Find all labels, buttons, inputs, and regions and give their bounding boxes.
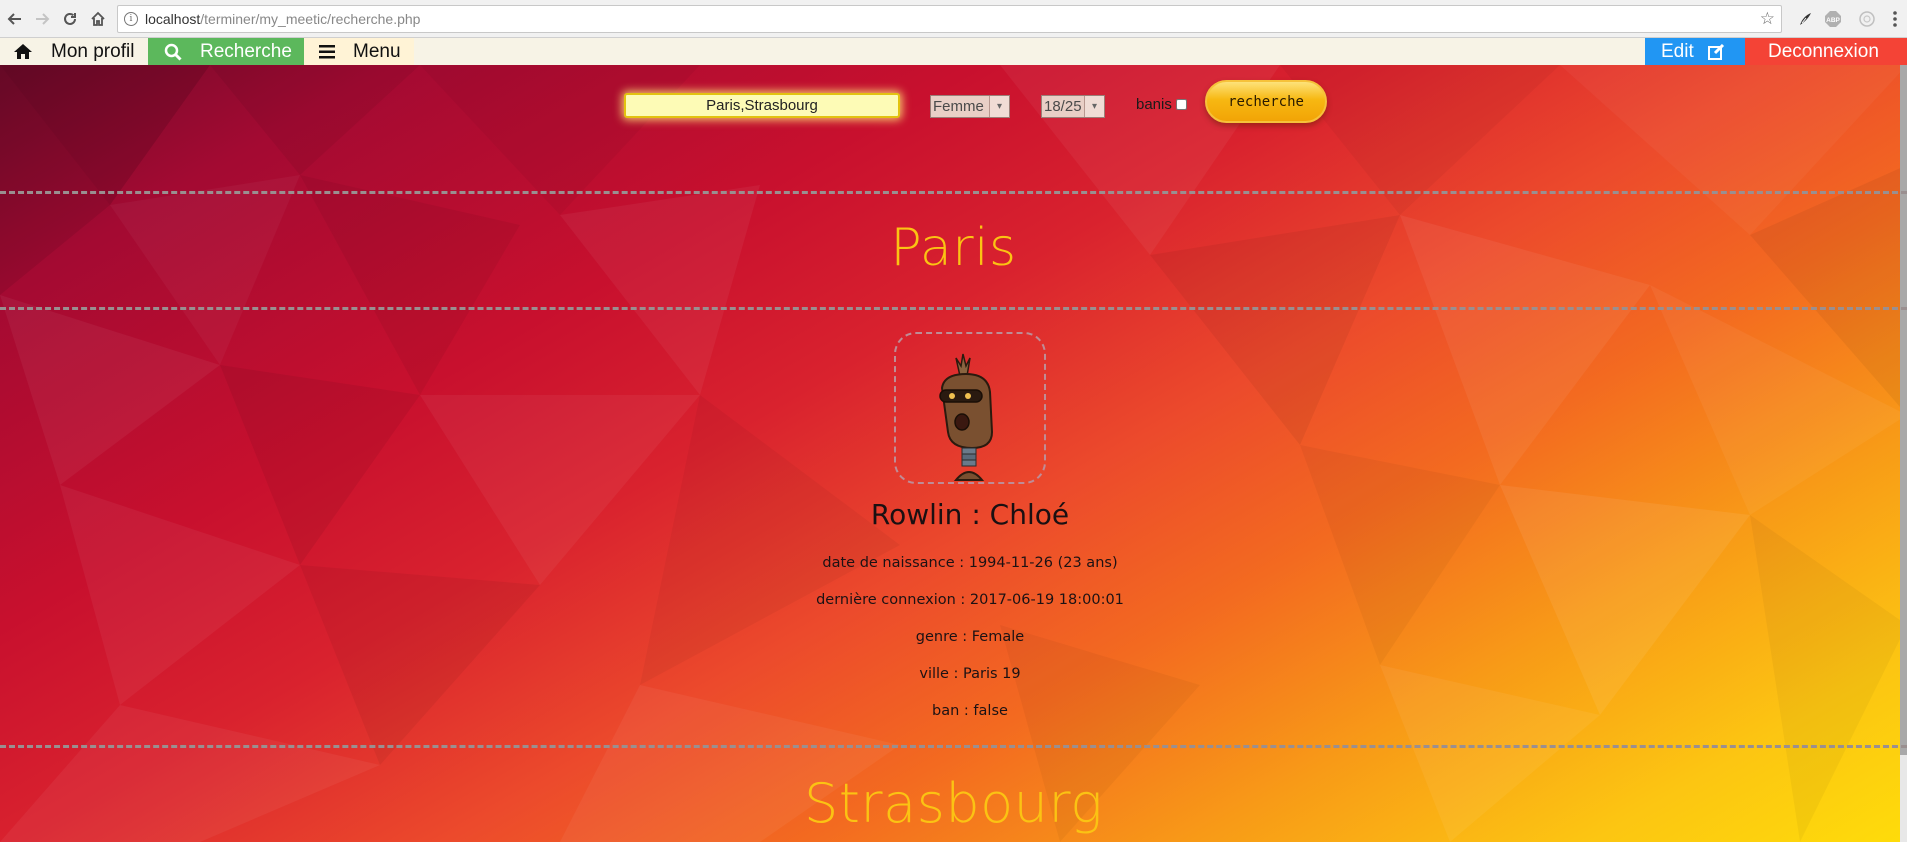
gender-select[interactable]: Femme ▾ (930, 95, 1010, 118)
nav-deconnexion-label: Deconnexion (1768, 40, 1879, 62)
section-divider (0, 745, 1907, 748)
profile-name: Rowlin : Chloé (870, 498, 1070, 531)
robot-avatar (939, 353, 994, 481)
hamburger-icon (319, 44, 335, 59)
search-form: Paris,Strasbourg Femme ▾ 18/25 ▾ banis r… (0, 65, 1907, 175)
bookmark-star-icon[interactable]: ☆ (1760, 9, 1775, 29)
banis-label: banis (1136, 96, 1172, 113)
city-search-input[interactable]: Paris,Strasbourg (624, 93, 900, 118)
profile-ban: ban : false (932, 703, 1008, 719)
nav-mon-profil-label: Mon profil (51, 40, 135, 62)
home-icon (13, 43, 33, 60)
address-bar[interactable]: i localhost/terminer/my_meetic/recherche… (117, 5, 1782, 33)
age-select-value: 18/25 (1044, 98, 1082, 115)
info-icon[interactable]: i (124, 12, 138, 26)
search-button[interactable]: recherche (1205, 80, 1327, 123)
gender-select-value: Femme (933, 98, 984, 115)
svg-text:ABP: ABP (1826, 17, 1840, 24)
city-heading-paris: Paris (890, 218, 1017, 278)
extension-circle-icon[interactable] (1858, 10, 1876, 28)
section-divider (0, 191, 1907, 194)
chevron-down-icon: ▾ (989, 96, 1009, 117)
nav-mon-profil[interactable]: Mon profil (0, 38, 148, 65)
browser-menu-icon[interactable] (1886, 10, 1904, 28)
arrow-right-icon (36, 13, 50, 25)
section-divider (0, 307, 1907, 310)
nav-recherche[interactable]: Recherche (148, 38, 304, 65)
profile-city: ville : Paris 19 (919, 666, 1021, 682)
nav-edit-label: Edit (1661, 40, 1694, 62)
nav-menu-label: Menu (353, 40, 401, 62)
adblock-icon[interactable]: ABP (1824, 10, 1842, 28)
edit-icon (1707, 43, 1725, 60)
reload-button[interactable] (59, 8, 81, 30)
city-heading-strasbourg: Strasbourg (803, 772, 1104, 835)
age-select[interactable]: 18/25 ▾ (1041, 95, 1105, 118)
nav-recherche-label: Recherche (200, 40, 292, 62)
url-text: localhost/terminer/my_meetic/recherche.p… (145, 11, 421, 27)
forward-button[interactable] (31, 8, 53, 30)
browser-toolbar: i localhost/terminer/my_meetic/recherche… (0, 0, 1907, 38)
chevron-down-icon: ▾ (1084, 96, 1104, 117)
site-navbar: Mon profil Recherche Menu Edit Deconnexi… (0, 38, 1907, 65)
page-content: Paris,Strasbourg Femme ▾ 18/25 ▾ banis r… (0, 65, 1907, 842)
reload-icon (64, 12, 76, 25)
nav-menu[interactable]: Menu (304, 38, 414, 65)
profile-gender: genre : Female (915, 629, 1025, 645)
scrollbar-track[interactable] (1900, 65, 1907, 842)
extension-feather-icon[interactable] (1796, 10, 1814, 28)
back-button[interactable] (4, 8, 26, 30)
nav-edit[interactable]: Edit (1645, 38, 1745, 65)
arrow-left-icon (7, 13, 21, 25)
home-icon (91, 11, 105, 26)
nav-deconnexion[interactable]: Deconnexion (1745, 38, 1907, 65)
search-icon (164, 43, 182, 61)
banis-checkbox[interactable] (1176, 99, 1187, 110)
profile-avatar-frame[interactable] (894, 332, 1046, 484)
profile-birthdate: date de naissance : 1994-11-26 (23 ans) (822, 555, 1118, 571)
profile-last-login: dernière connexion : 2017-06-19 18:00:01 (816, 592, 1124, 608)
home-button[interactable] (87, 8, 109, 30)
